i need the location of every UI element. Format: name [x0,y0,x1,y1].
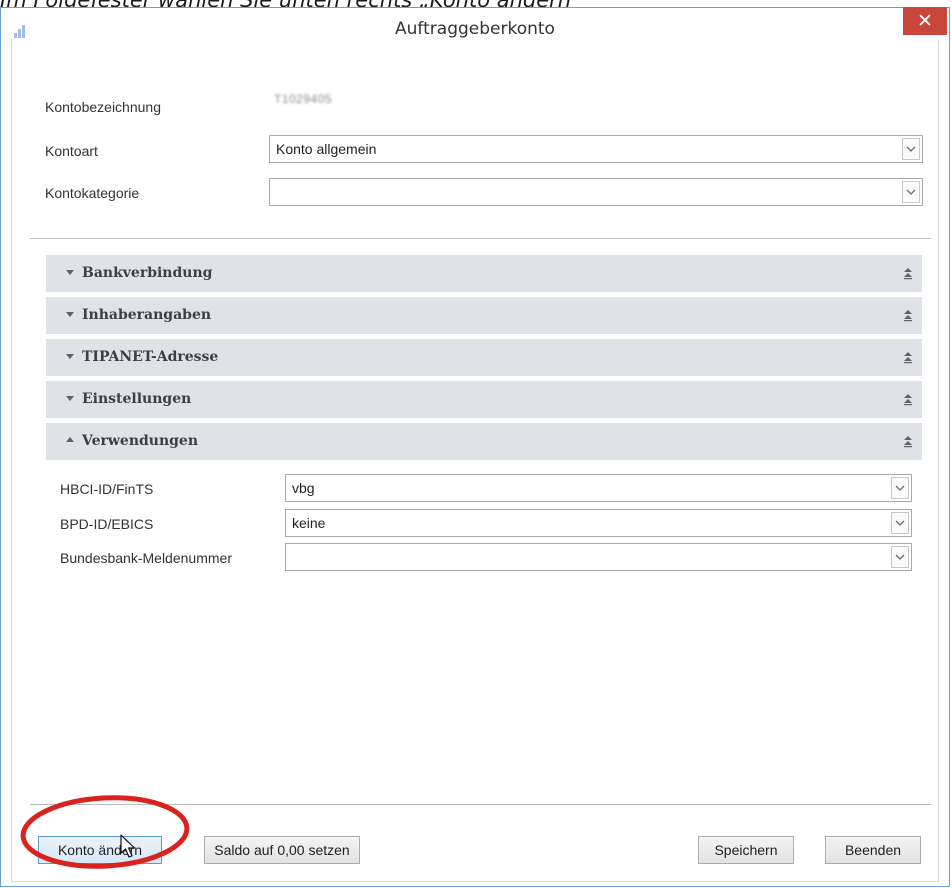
hbci-label: HBCI-ID/FinTS [60,481,154,497]
dialog-content: Kontobezeichnung T1029405 Kontoart Konto… [11,39,939,882]
chevron-down-icon[interactable] [891,546,909,568]
kontoart-value: Konto allgemein [276,141,377,157]
section-tipanet-adresse[interactable]: TIPANET-Adresse [46,339,922,376]
double-chevron-up-icon[interactable] [902,392,914,406]
chevron-down-icon[interactable] [902,181,920,203]
section-bankverbindung[interactable]: Bankverbindung [46,255,922,292]
double-chevron-up-icon[interactable] [902,308,914,322]
hbci-select[interactable]: vbg [285,474,912,502]
speichern-button[interactable]: Speichern [698,836,794,864]
kontobezeichnung-label: Kontobezeichnung [45,99,161,115]
bpd-value: keine [292,515,326,531]
chevron-down-icon[interactable] [902,138,920,160]
section-einstellungen[interactable]: Einstellungen [46,381,922,418]
bundesbank-label: Bundesbank-Meldenummer [60,550,232,566]
kontokategorie-label: Kontokategorie [45,185,140,201]
hbci-value: vbg [292,480,315,496]
separator-top [30,238,931,239]
section-title: Verwendungen [82,433,199,449]
double-chevron-up-icon[interactable] [902,266,914,280]
section-verwendungen[interactable]: Verwendungen [46,423,922,460]
beenden-button[interactable]: Beenden [825,836,921,864]
bundesbank-select[interactable] [285,543,912,571]
triangle-up-icon [66,437,74,442]
double-chevron-up-icon[interactable] [902,434,914,448]
close-icon: ✕ [917,10,933,32]
triangle-down-icon [66,396,74,401]
kontoart-label: Kontoart [45,143,98,159]
mouse-cursor-icon [120,834,136,858]
bpd-label: BPD-ID/EBICS [60,516,154,532]
chevron-down-icon[interactable] [891,512,909,534]
highlight-ellipse [20,795,190,869]
saldo-zuruecksetzen-button[interactable]: Saldo auf 0,00 setzen [204,836,360,864]
dialog-window: Auftraggeberkonto ✕ Kontobezeichnung T10… [0,7,950,887]
kontobezeichnung-value: T1029405 [274,92,333,106]
window-title: Auftraggeberkonto [395,19,555,39]
double-chevron-up-icon[interactable] [902,350,914,364]
section-title: Einstellungen [82,391,192,407]
section-title: TIPANET-Adresse [82,349,219,365]
triangle-down-icon [66,270,74,275]
kontoart-select[interactable]: Konto allgemein [269,135,923,163]
close-button[interactable]: ✕ [903,7,947,35]
section-inhaberangaben[interactable]: Inhaberangaben [46,297,922,334]
section-title: Bankverbindung [82,265,213,281]
bpd-select[interactable]: keine [285,509,912,537]
kontokategorie-select[interactable] [269,178,923,206]
triangle-down-icon [66,312,74,317]
chevron-down-icon[interactable] [891,477,909,499]
triangle-down-icon [66,354,74,359]
section-title: Inhaberangaben [82,307,212,323]
